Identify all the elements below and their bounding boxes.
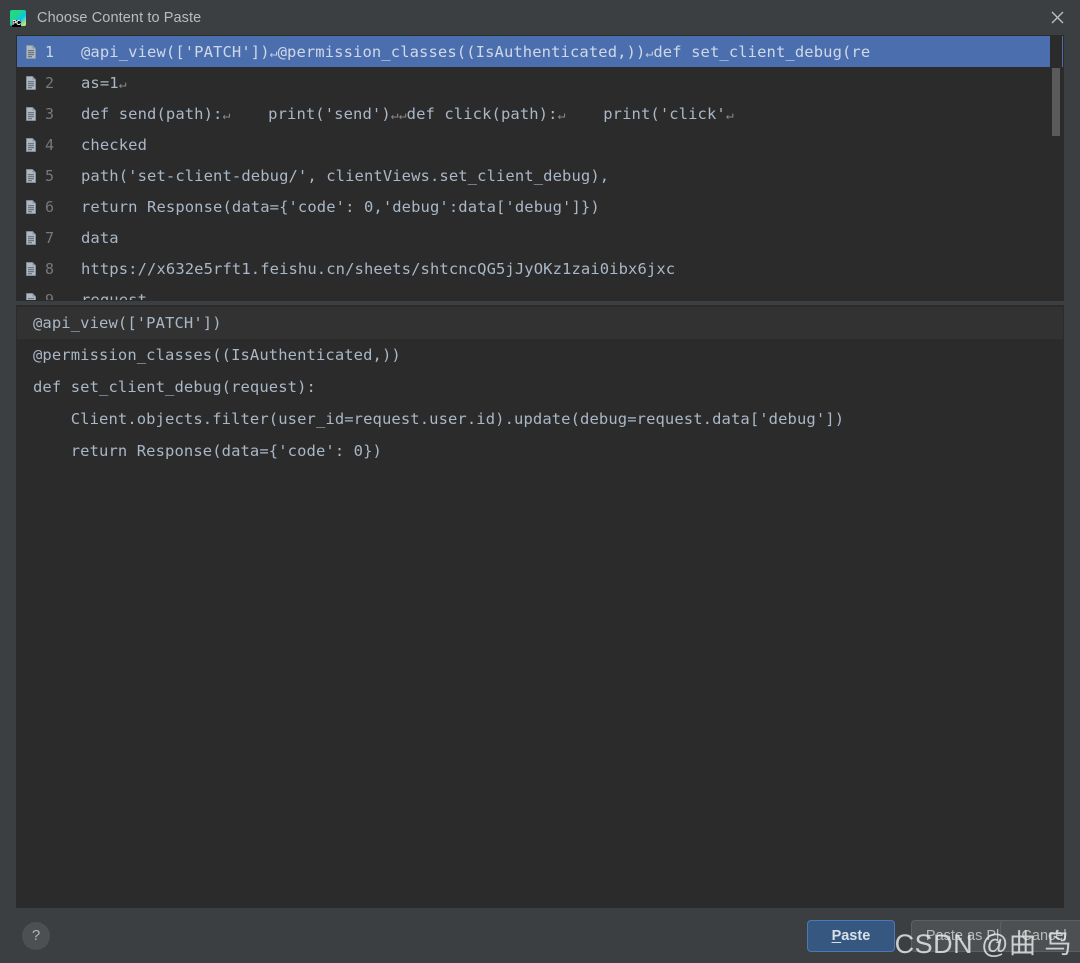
- clipboard-item-number: 7: [45, 228, 55, 247]
- clipboard-item-text: data: [81, 228, 119, 247]
- clipboard-item-row[interactable]: 6 return Response(data={'code': 0,'debug'…: [17, 191, 1063, 222]
- clipboard-item-text: path('set-client-debug/', clientViews.se…: [81, 166, 610, 185]
- clipboard-item-number: 1: [45, 42, 55, 61]
- preview-line: @permission_classes((IsAuthenticated,)): [33, 346, 401, 364]
- preview-line: @api_view(['PATCH']): [17, 307, 1063, 339]
- clipboard-history-list[interactable]: 1 @api_view(['PATCH'])↵@permission_classe…: [16, 35, 1064, 301]
- clipboard-item-row[interactable]: 3 def send(path):↵ print('send')↵↵def cli…: [17, 98, 1063, 129]
- clipboard-item-number: 2: [45, 73, 55, 92]
- clipboard-content-preview[interactable]: @api_view(['PATCH']) @permission_classes(…: [16, 305, 1064, 908]
- preview-line: Client.objects.filter(user_id=request.us…: [33, 410, 845, 428]
- line-break-marker-icon: ↵: [398, 107, 407, 123]
- dialog-footer: ? Paste Paste as Plain Text Cancel CSDN …: [0, 908, 1080, 963]
- list-vertical-scrollbar[interactable]: [1050, 36, 1062, 300]
- scrollbar-thumb[interactable]: [1052, 68, 1060, 136]
- clipboard-item-row[interactable]: 4 checked: [17, 129, 1063, 160]
- clipboard-item-row[interactable]: 8 https://x632e5rft1.feishu.cn/sheets/sht…: [17, 253, 1063, 284]
- clipboard-item-text: request: [81, 290, 148, 301]
- line-break-marker-icon: ↵: [269, 45, 278, 61]
- clipboard-item-row[interactable]: 2 as=1↵: [17, 67, 1063, 98]
- line-break-marker-icon: ↵: [118, 76, 127, 92]
- line-break-marker-icon: ↵: [557, 107, 566, 123]
- dialog-titlebar: PC Choose Content to Paste: [0, 0, 1080, 35]
- clipboard-item-number: 8: [45, 259, 55, 278]
- clipboard-item-row[interactable]: 1 @api_view(['PATCH'])↵@permission_classe…: [17, 36, 1063, 67]
- clipboard-item-text: return Response(data={'code': 0,'debug':…: [81, 197, 600, 216]
- clipboard-item-text: as=1↵: [81, 73, 127, 92]
- clipboard-item-row[interactable]: 7 data: [17, 222, 1063, 253]
- clipboard-item-row[interactable]: 9 request: [17, 284, 1063, 301]
- dialog-content: 1 @api_view(['PATCH'])↵@permission_classe…: [0, 35, 1080, 908]
- clipboard-item-number: 4: [45, 135, 55, 154]
- preview-line: return Response(data={'code': 0}): [33, 442, 382, 460]
- dialog-title: Choose Content to Paste: [37, 9, 202, 26]
- clipboard-item-number: 3: [45, 104, 55, 123]
- line-break-marker-icon: ↵: [390, 107, 399, 123]
- line-break-marker-icon: ↵: [725, 107, 734, 123]
- close-icon[interactable]: [1034, 0, 1080, 35]
- preview-line: def set_client_debug(request):: [33, 378, 316, 396]
- cancel-button[interactable]: Cancel: [1000, 919, 1080, 952]
- paste-button-label: Paste: [831, 927, 871, 944]
- clipboard-item-text: def send(path):↵ print('send')↵↵def clic…: [81, 104, 734, 123]
- clipboard-item-number: 9: [45, 290, 55, 301]
- clipboard-item-text: checked: [81, 135, 148, 154]
- clipboard-item-text: https://x632e5rft1.feishu.cn/sheets/shtc…: [81, 259, 676, 278]
- choose-content-to-paste-dialog: PC Choose Content to Paste 1 @api_view(['…: [0, 0, 1080, 963]
- paste-button[interactable]: Paste: [806, 919, 895, 952]
- clipboard-item-text: @api_view(['PATCH'])↵@permission_classes…: [81, 42, 871, 61]
- pycharm-icon: PC: [10, 9, 26, 27]
- clipboard-item-row[interactable]: 5 path('set-client-debug/', clientViews.s…: [17, 160, 1063, 191]
- help-button[interactable]: ?: [22, 921, 50, 950]
- clipboard-item-number: 5: [45, 166, 55, 185]
- clipboard-item-number: 6: [45, 197, 55, 216]
